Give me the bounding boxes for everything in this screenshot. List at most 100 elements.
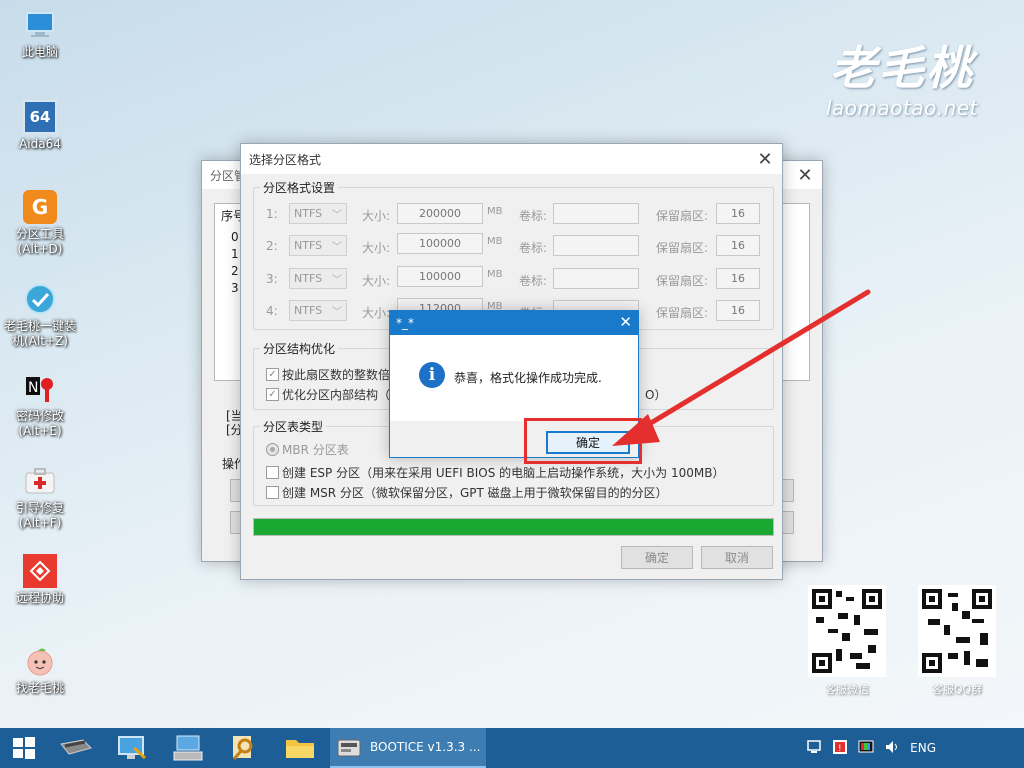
reserved-input-4[interactable]: 16	[716, 300, 760, 321]
format-dialog-titlebar[interactable]: 选择分区格式	[241, 144, 782, 174]
taskbar-app-bootice[interactable]: BOOTICE v1.3.3 ...	[330, 728, 486, 768]
desktop-icon-this-pc[interactable]: 此电脑	[2, 8, 78, 60]
size-input-3[interactable]: 100000	[397, 266, 483, 287]
message-body: i 恭喜，格式化操作成功完成.	[390, 335, 638, 421]
message-text: 恭喜，格式化操作成功完成.	[454, 371, 602, 385]
checkbox-label: 创建 MSR 分区（微软保留分区，GPT 磁盘上用于微软保留目的的分区）	[282, 486, 668, 500]
volume-input-3[interactable]	[553, 268, 639, 289]
tray-language[interactable]: ENG	[910, 741, 936, 755]
table-row[interactable]: 0	[231, 230, 239, 244]
fs-value: NTFS	[294, 239, 323, 252]
close-icon[interactable]: ✕	[754, 148, 776, 170]
reserved-label: 保留扇区:	[656, 241, 709, 255]
checkmark-icon: ✓	[266, 388, 279, 401]
checkbox-label: 按此扇区数的整数倍	[282, 368, 391, 382]
mbr-radio[interactable]: MBR 分区表	[266, 441, 349, 458]
desktop-icon-aida64[interactable]: 64 Aida64	[2, 100, 78, 152]
checkbox-icon	[266, 466, 279, 479]
desktop-icon-password[interactable]: N 密码修改 (Alt+E)	[2, 372, 78, 439]
desktop-icon-label: 分区工具	[15, 227, 64, 241]
desktop-icon-remote-assist[interactable]: 远程协助	[2, 554, 78, 606]
volume-input-2[interactable]	[553, 235, 639, 256]
msr-checkbox[interactable]: 创建 MSR 分区（微软保留分区，GPT 磁盘上用于微软保留目的的分区）	[266, 484, 668, 501]
reserved-input-1[interactable]: 16	[716, 203, 760, 224]
partition-index: 2:	[266, 239, 278, 253]
fs-select-4[interactable]: NTFS ﹀	[289, 300, 347, 321]
partition-tool-icon: G	[23, 190, 57, 224]
wechat-qr-label: 客服微信	[825, 683, 869, 696]
fs-select-3[interactable]: NTFS ﹀	[289, 268, 347, 289]
close-icon[interactable]: ✕	[794, 164, 816, 186]
desktop-icon-shortcut: 机(Alt+Z)	[12, 334, 68, 348]
size-input-1[interactable]: 200000	[397, 203, 483, 224]
bootice-app-icon	[337, 739, 361, 757]
info-icon: i	[419, 362, 445, 388]
checkbox-label: 优化分区内部结构（	[282, 388, 391, 402]
size-label: 大小:	[362, 241, 391, 255]
desktop-icon-label: 引导修复	[15, 501, 64, 515]
close-icon[interactable]: ✕	[619, 313, 632, 331]
radio-label: MBR 分区表	[282, 443, 349, 457]
taskbar-network-tool[interactable]	[104, 728, 160, 768]
partition-index: 4:	[266, 304, 278, 318]
taskbar-search-tool[interactable]	[216, 728, 272, 768]
start-button[interactable]	[0, 728, 48, 768]
back-op-button[interactable]	[782, 511, 794, 534]
fs-select-1[interactable]: NTFS ﹀	[289, 203, 347, 224]
brand-name: 老毛桃	[829, 41, 974, 95]
svg-text:!: !	[838, 744, 842, 754]
size-unit: MB	[487, 269, 503, 280]
svg-text:N: N	[28, 380, 38, 396]
window-title: 选择分区格式	[249, 152, 322, 167]
esp-checkbox[interactable]: 创建 ESP 分区（用来在采用 UEFI BIOS 的电脑上启动操作系统，大小为…	[266, 464, 724, 481]
reserved-input-2[interactable]: 16	[716, 235, 760, 256]
desktop-icon-find-laomaotao[interactable]: 找老毛桃	[2, 644, 78, 696]
tray-display-icon[interactable]	[858, 739, 874, 758]
size-input-2[interactable]: 100000	[397, 233, 483, 254]
windows-logo-icon	[13, 737, 35, 759]
checkbox-label: 创建 ESP 分区（用来在采用 UEFI BIOS 的电脑上启动操作系统，大小为…	[282, 466, 725, 480]
partition-index: 1:	[266, 207, 278, 221]
aida64-icon: 64	[23, 100, 57, 134]
desktop-icon-one-key-install[interactable]: 老毛桃一键装 机(Alt+Z)	[2, 282, 78, 349]
desktop-icon-label: 找老毛桃	[15, 681, 64, 695]
tray-alert-icon[interactable]: !	[832, 739, 848, 758]
optimize-structure-checkbox[interactable]: ✓ 优化分区内部结构（	[266, 386, 390, 403]
volume-input-1[interactable]	[553, 203, 639, 224]
aida64-badge: 64	[29, 107, 51, 126]
window-title: *_*	[396, 316, 414, 330]
ok-button[interactable]: 确定	[621, 546, 693, 569]
taskbar-memory-tool[interactable]	[48, 728, 104, 768]
desktop-icon-partition-tool[interactable]: G 分区工具 (Alt+D)	[2, 190, 78, 257]
table-row[interactable]: 2	[231, 264, 239, 278]
brand-logo: 老毛桃 laomaotao.net	[826, 42, 978, 120]
first-aid-icon	[23, 464, 57, 498]
cancel-button[interactable]: 取消	[701, 546, 773, 569]
volume-label: 卷标:	[519, 274, 548, 288]
fs-value: NTFS	[294, 304, 323, 317]
table-row[interactable]: 3	[231, 281, 239, 295]
size-label: 大小:	[362, 209, 391, 223]
align-sectors-checkbox[interactable]: ✓ 按此扇区数的整数倍	[266, 366, 390, 383]
reserved-label: 保留扇区:	[656, 209, 709, 223]
magnifier-icon	[232, 736, 253, 760]
back-op-button[interactable]	[782, 479, 794, 502]
reserved-input-3[interactable]: 16	[716, 268, 760, 289]
tray-network-icon[interactable]	[806, 739, 822, 758]
checkbox-icon	[266, 486, 279, 499]
chevron-down-icon: ﹀	[332, 242, 342, 253]
size-unit: MB	[487, 236, 503, 247]
wechat-qr: 客服微信	[808, 585, 886, 697]
desktop-icon-boot-repair[interactable]: 引导修复 (Alt+F)	[2, 464, 78, 531]
fs-value: NTFS	[294, 272, 323, 285]
keyboard-monitor-icon	[173, 735, 203, 761]
fs-select-2[interactable]: NTFS ﹀	[289, 235, 347, 256]
message-box-titlebar[interactable]: *_*	[390, 311, 638, 335]
tray-volume-icon[interactable]	[884, 739, 900, 758]
table-row[interactable]: 1	[231, 247, 239, 261]
option-tail-text: O）	[645, 388, 667, 402]
ram-chip-icon	[60, 739, 92, 755]
taskbar-file-explorer[interactable]	[272, 728, 328, 768]
taskbar-device-manager[interactable]	[160, 728, 216, 768]
chevron-down-icon: ﹀	[332, 210, 342, 221]
